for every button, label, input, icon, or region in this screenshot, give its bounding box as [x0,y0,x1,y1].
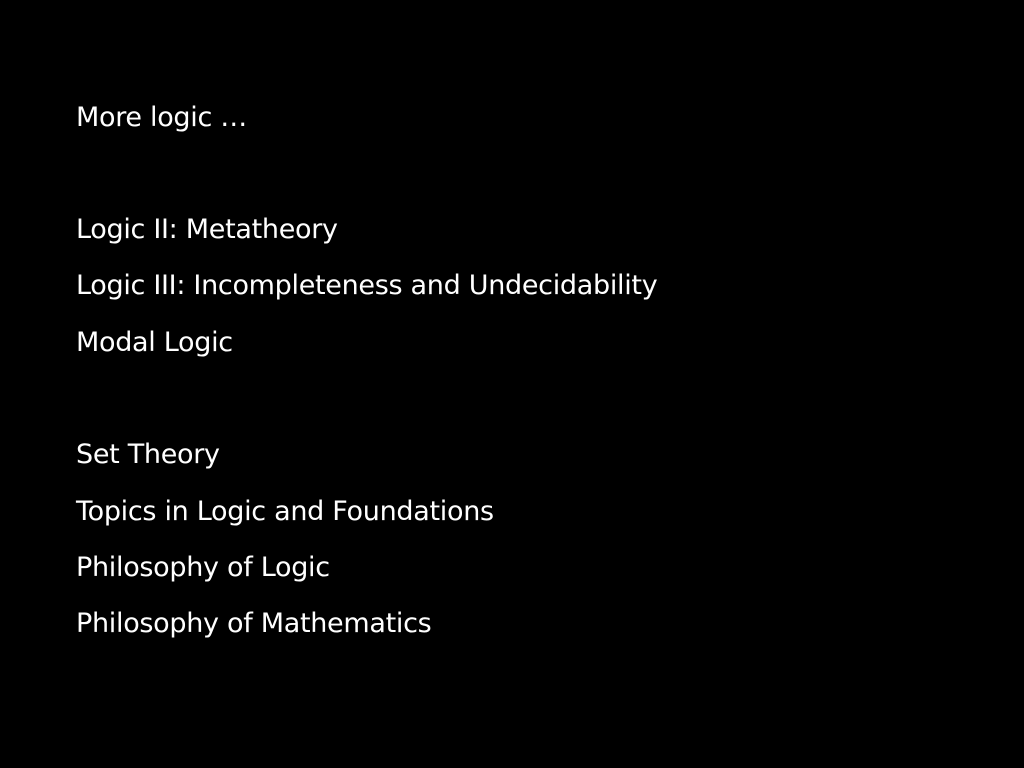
course-item-logic-iii: Logic III: Incompleteness and Undecidabi… [76,270,658,301]
presentation-slide: More logic … Logic II: Metatheory Logic … [0,0,1024,768]
course-item-philosophy-of-logic: Philosophy of Logic [76,552,330,583]
course-item-set-theory: Set Theory [76,439,220,470]
course-item-modal-logic: Modal Logic [76,327,233,358]
course-item-topics-logic-foundations: Topics in Logic and Foundations [76,496,494,527]
slide-title: More logic … [76,102,248,133]
course-item-philosophy-of-mathematics: Philosophy of Mathematics [76,608,432,639]
course-item-logic-ii: Logic II: Metatheory [76,214,338,245]
